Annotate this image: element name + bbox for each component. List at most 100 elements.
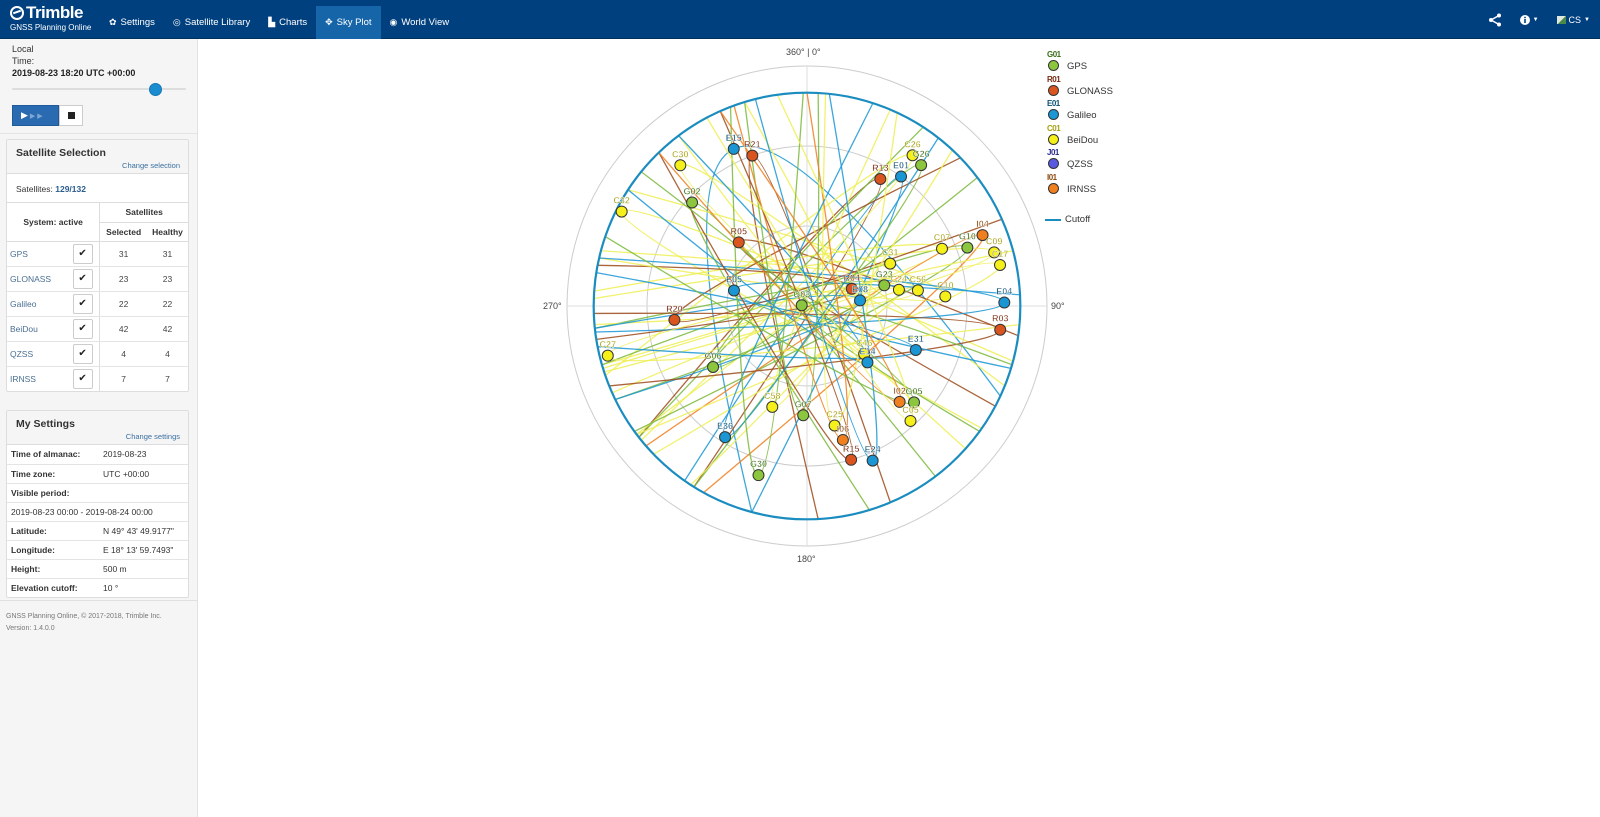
satellite-marker[interactable] [795, 299, 808, 312]
nav-label: Settings [120, 17, 155, 28]
satellite-marker[interactable] [866, 454, 879, 467]
satellite-label: G07 [795, 399, 812, 409]
satellite-label: C58 [764, 391, 781, 401]
legend-tag: R01 [1047, 74, 1061, 84]
satellite-label: C56 [910, 274, 927, 284]
satellite-marker[interactable] [854, 294, 867, 307]
satellite-marker[interactable] [727, 284, 740, 297]
system-row: QZSS ✔ 4 4 [7, 341, 188, 367]
nav-satellite-library[interactable]: ◎ Satellite Library [164, 6, 259, 39]
satellite-marker[interactable] [878, 279, 891, 292]
playback-controls: ▶ ▶ ▶ [12, 105, 197, 126]
satellite-marker[interactable] [904, 414, 917, 427]
healthy-count: 42 [147, 316, 188, 342]
satellite-marker[interactable] [601, 349, 614, 362]
satellite-marker[interactable] [936, 242, 949, 255]
satellite-marker[interactable] [615, 205, 628, 218]
system-active-checkbox[interactable]: ✔ [72, 368, 93, 389]
brand-logo[interactable]: Trimble GNSS Planning Online [10, 4, 100, 32]
gear-icon: ✿ [109, 17, 117, 27]
satellite-marker[interactable] [998, 296, 1011, 309]
satellite-marker[interactable] [746, 149, 759, 162]
satellite-marker[interactable] [719, 431, 732, 444]
satellite-marker[interactable] [732, 236, 745, 249]
legend-tag: E01 [1047, 99, 1060, 108]
satellite-label: E36 [717, 421, 733, 431]
copyright: GNSS Planning Online, © 2017-2018, Trimb… [6, 613, 162, 620]
axis-label-west: 270° [543, 301, 562, 311]
satellite-marker[interactable] [994, 323, 1007, 336]
nav-label: Sky Plot [336, 17, 372, 28]
satellite-label: E31 [908, 334, 924, 344]
satellite-label: E01 [893, 161, 909, 171]
share-button[interactable] [1488, 13, 1502, 27]
settings-row: Longitude: E 18° 13' 59.7493" [7, 540, 188, 560]
system-name[interactable]: IRNSS [7, 366, 66, 391]
satellite-marker[interactable] [874, 172, 887, 185]
sky-plot[interactable]: E15R21C30G02C32R05R13 E01C26G26C31C07 G10I… [199, 39, 1600, 817]
legend-marker [1048, 60, 1059, 71]
system-row: Galileo ✔ 22 22 [7, 291, 188, 317]
satellite-marker[interactable] [727, 142, 740, 155]
change-settings-link[interactable]: Change settings [126, 432, 180, 441]
legend-label: GLONASS [1067, 85, 1113, 97]
satellite-marker[interactable] [884, 257, 897, 270]
nav-sky-plot[interactable]: ✥ Sky Plot [316, 6, 381, 39]
my-settings-panel: My Settings Change settings Time of alma… [6, 410, 189, 598]
satellite-marker[interactable] [668, 313, 681, 326]
legend-tag: C01 [1047, 123, 1061, 133]
satellite-marker[interactable] [892, 283, 905, 296]
nav-settings[interactable]: ✿ Settings [100, 6, 164, 39]
satellite-label: C07 [934, 233, 951, 243]
nav-charts[interactable]: ▙ Charts [259, 6, 316, 39]
satellite-marker[interactable] [861, 356, 874, 369]
play-button[interactable]: ▶ ▶ ▶ [12, 105, 59, 126]
system-active-checkbox[interactable]: ✔ [72, 293, 93, 314]
system-row: GPS ✔ 31 31 [7, 241, 188, 267]
system-name[interactable]: GLONASS [7, 266, 66, 292]
system-name[interactable]: Galileo [7, 291, 66, 317]
satellite-marker[interactable] [797, 409, 810, 422]
satellite-marker[interactable] [686, 196, 699, 209]
time-value: 2019-08-23 18:20 UTC +00:00 [12, 68, 136, 78]
system-active-checkbox[interactable]: ✔ [72, 343, 93, 364]
time-slider[interactable] [12, 82, 186, 96]
system-active-checkbox[interactable]: ✔ [72, 318, 93, 339]
settings-row: Height: 500 m [7, 559, 188, 579]
satellite-count-value: 129/132 [55, 184, 86, 194]
change-selection-link[interactable]: Change selection [122, 161, 180, 170]
satellite-marker[interactable] [674, 159, 687, 172]
system-active-checkbox[interactable]: ✔ [72, 243, 93, 264]
satellite-label: G06 [705, 351, 722, 361]
share-icon [1488, 13, 1501, 26]
satellite-marker[interactable] [895, 170, 908, 183]
system-name[interactable]: QZSS [7, 341, 66, 367]
info-dropdown[interactable]: ▼ [1519, 14, 1539, 25]
satellite-marker[interactable] [961, 241, 974, 254]
satellite-marker[interactable] [766, 400, 779, 413]
trimble-globe-icon [10, 6, 24, 20]
language-dropdown[interactable]: CS ▼ [1556, 15, 1590, 25]
nav-world-view[interactable]: ◉ World View [381, 6, 459, 39]
slider-thumb[interactable] [149, 83, 162, 96]
settings-value: 500 m [99, 559, 188, 579]
satellite-marker[interactable] [939, 290, 952, 303]
legend-tag: I01 [1047, 172, 1057, 182]
system-name[interactable]: GPS [7, 241, 66, 267]
satellite-marker[interactable] [994, 258, 1007, 271]
satellite-marker[interactable] [911, 284, 924, 297]
settings-table: Time of almanac: 2019-08-23 Time zone: UT… [7, 445, 188, 597]
nav-label: Charts [279, 17, 308, 28]
stop-button[interactable] [59, 105, 83, 126]
satellite-marker[interactable] [915, 159, 928, 172]
system-name[interactable]: BeiDou [7, 316, 66, 342]
satellite-label: C10 [937, 280, 954, 290]
legend-tag: G01 [1047, 50, 1061, 59]
settings-value: 2019-08-23 00:00 - 2019-08-24 00:00 [7, 502, 188, 522]
satellite-marker[interactable] [707, 360, 720, 373]
satellite-marker[interactable] [752, 469, 765, 482]
satellite-marker[interactable] [909, 343, 922, 356]
system-active-checkbox[interactable]: ✔ [72, 268, 93, 289]
satellite-marker[interactable] [845, 453, 858, 466]
selected-count: 23 [99, 266, 148, 292]
